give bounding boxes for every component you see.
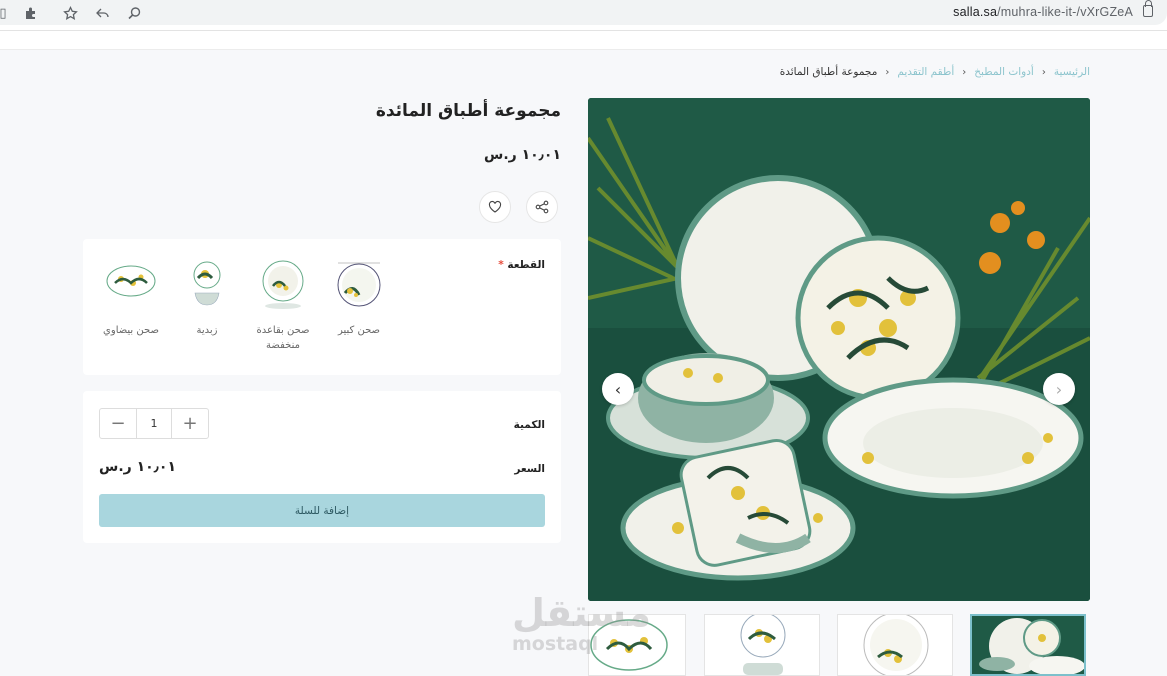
url-host: salla.sa — [953, 5, 998, 19]
minus-icon: − — [110, 413, 126, 434]
purchase-card: الكمية − 1 + السعر ١٠٫٠١ ر.س إضافة للسلة — [83, 391, 561, 543]
option-name: زبدية — [196, 325, 218, 336]
option-name: صحن كبير — [337, 325, 381, 336]
watermark-arabic: مستقل — [512, 591, 651, 635]
gallery-next-button[interactable]: › — [1043, 373, 1075, 405]
url-text[interactable]: salla.sa/muhra-like-it-/vXrGZeA — [953, 5, 1133, 19]
bowl-image — [179, 255, 235, 311]
option-low-base-plate[interactable]: صحن بقاعدة منخفضة — [248, 255, 318, 353]
gallery-thumbnail[interactable] — [970, 614, 1086, 676]
increase-button[interactable]: + — [172, 409, 208, 438]
main-product-image[interactable] — [588, 98, 1090, 601]
oval-plate-image — [103, 255, 159, 311]
large-plate-image — [331, 255, 387, 311]
chevron-left-icon: ‹ — [962, 66, 967, 78]
share-icon[interactable] — [93, 4, 111, 22]
breadcrumb-serving-sets[interactable]: أطقم التقديم — [897, 66, 954, 78]
watermark-latin: mostaql — [512, 633, 599, 655]
share-nodes-icon — [535, 200, 549, 214]
chevron-left-icon: ‹ — [614, 379, 622, 399]
option-large-plate[interactable]: صحن كبير — [324, 255, 394, 338]
price-label: السعر — [514, 463, 545, 475]
product-title: مجموعة أطباق المائدة — [375, 101, 561, 121]
option-name: صحن بيضاوي — [103, 325, 159, 336]
low-base-plate-image — [255, 255, 311, 311]
option-label-text: القطعة — [507, 259, 545, 271]
browser-toolbar: ▯ salla.sa/muhra-like-it-/vXrGZeA — [0, 0, 1167, 50]
chevron-left-icon: ‹ — [1041, 66, 1046, 78]
bookmark-star-icon[interactable] — [61, 4, 79, 22]
quantity-label: الكمية — [513, 419, 545, 431]
breadcrumb-current: مجموعة أطباق المائدة — [779, 66, 878, 78]
breadcrumb-home[interactable]: الرئيسية — [1054, 66, 1090, 78]
add-to-cart-button[interactable]: إضافة للسلة — [99, 494, 545, 527]
lock-icon[interactable] — [1143, 0, 1153, 17]
quantity-input[interactable]: 1 — [136, 409, 172, 438]
extensions-icon[interactable] — [22, 4, 40, 22]
product-price: ١٠٫٠١ ر.س — [484, 147, 561, 163]
zoom-icon[interactable] — [125, 4, 143, 22]
price-value: ١٠٫٠١ ر.س — [99, 459, 176, 475]
chevron-left-icon: ‹ — [885, 66, 890, 78]
wishlist-button[interactable] — [479, 191, 511, 223]
option-bowl[interactable]: زبدية — [172, 255, 242, 338]
options-card: القطعة * صحن كبير صحن بقاعدة منخفضة زبدي… — [83, 239, 561, 375]
share-button[interactable] — [526, 191, 558, 223]
quantity-stepper: − 1 + — [99, 408, 209, 439]
option-name: صحن بقاعدة منخفضة — [256, 325, 310, 351]
heart-icon — [488, 200, 502, 213]
breadcrumb-kitchen-tools[interactable]: أدوات المطبخ — [974, 66, 1034, 78]
gallery-thumbnail[interactable] — [704, 614, 820, 676]
gallery-thumbnail[interactable] — [837, 614, 953, 676]
decrease-button[interactable]: − — [100, 409, 136, 438]
gallery-prev-button[interactable]: ‹ — [602, 373, 634, 405]
page-icon: ▯ — [0, 5, 7, 21]
required-mark: * — [498, 259, 504, 271]
breadcrumb: الرئيسية ‹ أدوات المطبخ ‹ أطقم التقديم ‹… — [780, 66, 1090, 78]
url-path: /muhra-like-it-/vXrGZeA — [997, 5, 1133, 19]
watermark: مستقل mostaql — [512, 592, 651, 654]
option-oval-plate[interactable]: صحن بيضاوي — [96, 255, 166, 338]
divider — [0, 49, 1167, 50]
divider — [0, 30, 1167, 31]
chevron-right-icon: › — [1055, 379, 1063, 399]
plus-icon: + — [182, 413, 198, 434]
option-label: القطعة * — [498, 259, 545, 271]
